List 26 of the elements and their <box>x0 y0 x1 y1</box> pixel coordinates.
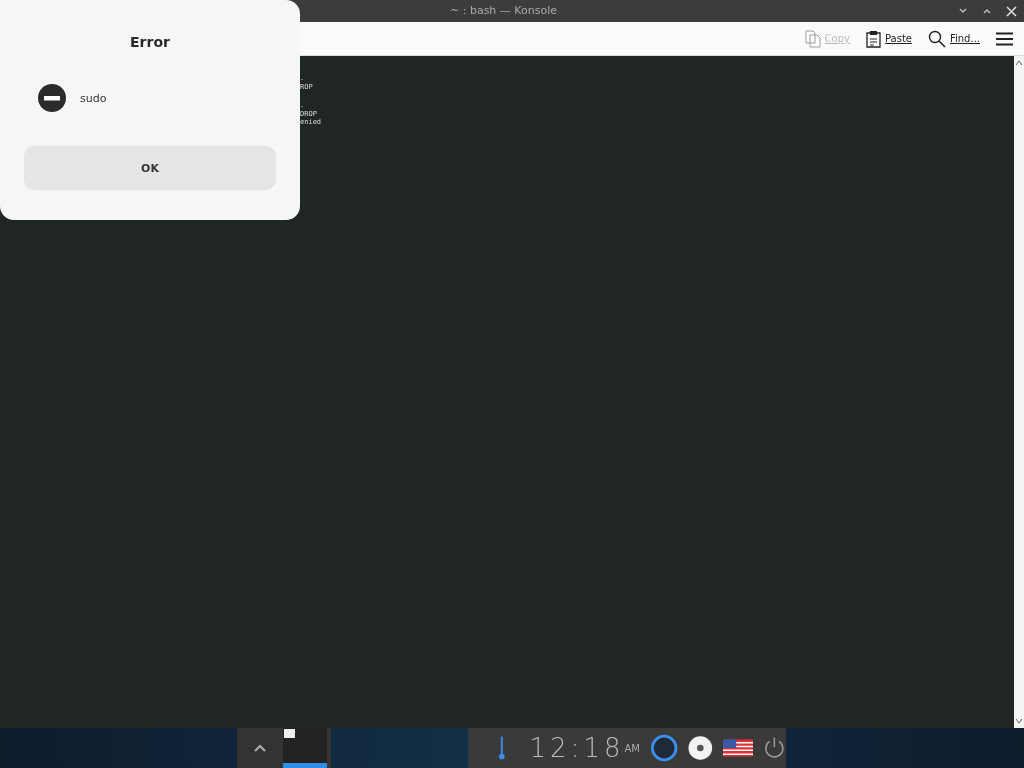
copy-icon <box>804 29 821 48</box>
power-icon[interactable] <box>763 736 786 760</box>
menu-icon <box>996 31 1013 46</box>
window-title: ~ : bash — Konsole <box>450 4 557 17</box>
maximize-icon[interactable] <box>982 7 992 15</box>
paste-button[interactable]: Paste <box>862 27 915 50</box>
search-icon <box>927 29 946 48</box>
scroll-up-icon[interactable] <box>1015 60 1023 66</box>
ok-button[interactable]: OK <box>24 146 276 190</box>
ring-icon[interactable] <box>650 733 679 763</box>
find-button[interactable]: Find... <box>924 27 983 50</box>
flag-icon[interactable] <box>723 739 754 757</box>
dialog-message: sudo <box>80 91 107 105</box>
window-thumbnail[interactable] <box>283 728 327 768</box>
thermometer-icon[interactable] <box>498 735 506 761</box>
clipboard-icon <box>865 29 881 48</box>
scroll-down-icon[interactable] <box>1015 718 1023 724</box>
disc-icon[interactable] <box>688 735 713 761</box>
close-icon[interactable] <box>1006 5 1017 17</box>
error-icon <box>38 84 66 112</box>
clock[interactable]: 12:18 <box>529 733 625 763</box>
caret-icon[interactable] <box>254 744 266 752</box>
scrollbar[interactable] <box>1014 56 1024 728</box>
clock-period: AM <box>624 742 640 754</box>
minimize-icon[interactable] <box>958 7 968 15</box>
dialog-title: Error <box>130 34 170 50</box>
